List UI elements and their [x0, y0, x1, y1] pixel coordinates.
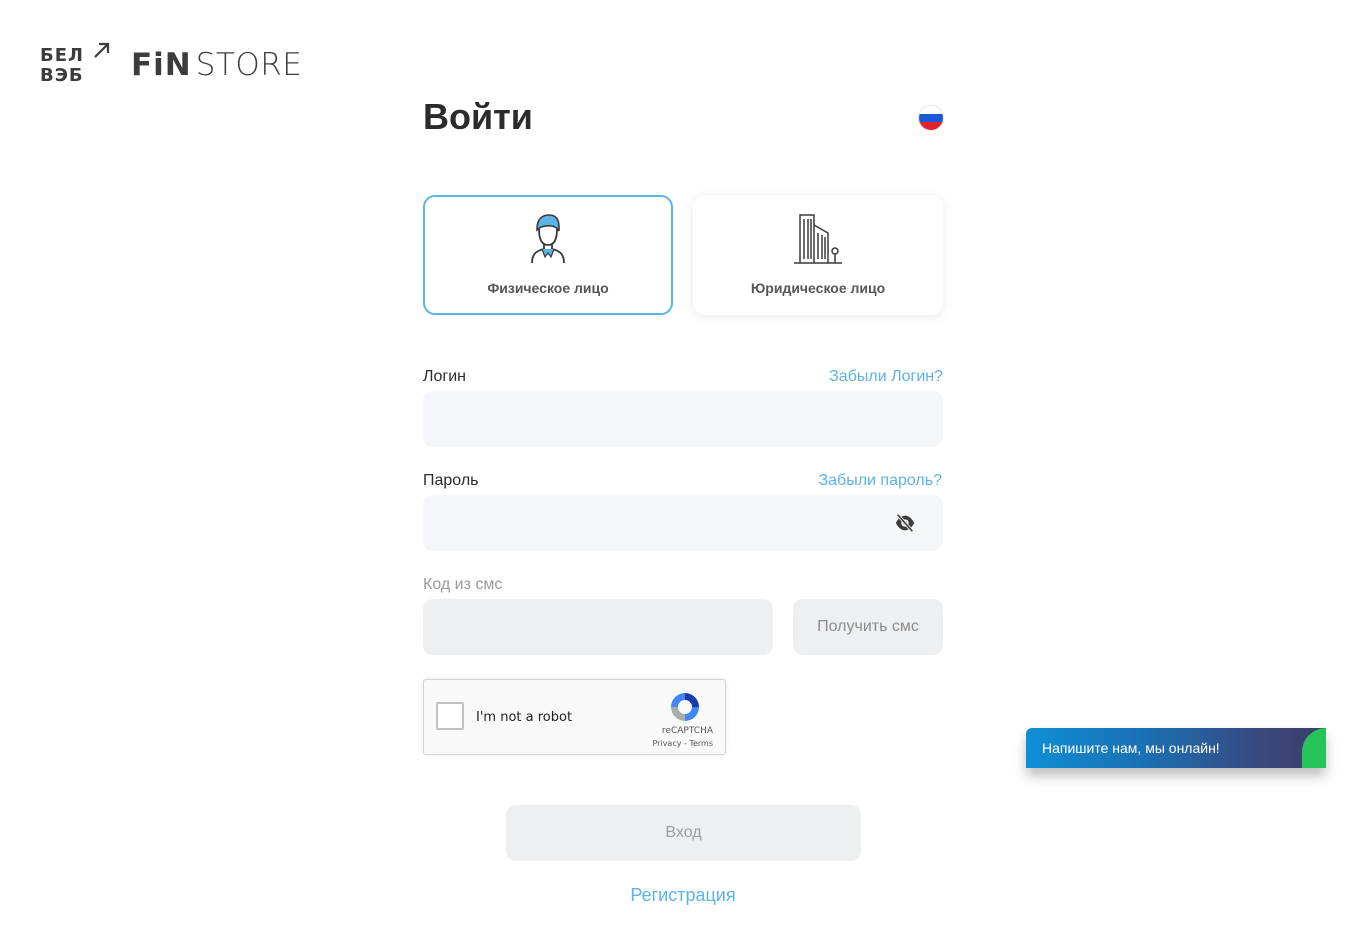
account-type-legal[interactable]: Юридическое лицо: [693, 195, 943, 315]
account-type-label: Физическое лицо: [487, 280, 609, 296]
account-type-label: Юридическое лицо: [750, 280, 886, 296]
recaptcha-checkbox[interactable]: [436, 702, 464, 730]
sms-code-label: Код из смс: [423, 576, 503, 593]
forgot-login-link[interactable]: Забыли Логин?: [829, 368, 943, 386]
chat-leaf-icon: [1302, 728, 1326, 768]
belveb-logo[interactable]: БЕЛ ВЭБ: [40, 40, 112, 86]
finstore-logo-fin: FiN: [131, 47, 192, 83]
register-link[interactable]: Регистрация: [0, 885, 1366, 906]
person-icon: [531, 214, 565, 264]
finstore-logo-store: STORE: [195, 47, 303, 83]
recaptcha-logo-icon: [671, 693, 699, 721]
account-type-individual[interactable]: Физическое лицо: [423, 195, 673, 315]
password-input[interactable]: [423, 495, 943, 551]
arrow-up-right-icon: [94, 42, 110, 58]
chat-widget[interactable]: Напишите нам, мы онлайн!: [1026, 728, 1326, 768]
forgot-password-link[interactable]: Забыли пароль?: [818, 472, 942, 490]
ru-flag-icon[interactable]: [919, 106, 943, 130]
building-icon: [794, 214, 842, 264]
page-title: Войти: [423, 96, 533, 137]
login-label: Логин: [423, 368, 467, 385]
sms-code-input[interactable]: [423, 599, 773, 655]
belveb-logo-line2: ВЭБ: [40, 65, 84, 86]
password-label: Пароль: [423, 472, 479, 489]
belveb-logo-line1: БЕЛ: [40, 45, 84, 66]
login-button[interactable]: Вход: [506, 805, 861, 861]
recaptcha-widget: I'm not a robot reCAPTCHA Privacy - Term…: [423, 679, 726, 755]
chat-widget-text: Напишите нам, мы онлайн!: [1042, 740, 1220, 756]
recaptcha-brand: reCAPTCHA: [661, 726, 713, 736]
recaptcha-label: I'm not a robot: [476, 710, 573, 725]
finstore-logo[interactable]: FiN STORE: [131, 47, 302, 83]
recaptcha-privacy-terms[interactable]: Privacy - Terms: [653, 739, 714, 748]
login-input[interactable]: [423, 391, 943, 447]
get-sms-button[interactable]: Получить смс: [793, 599, 943, 655]
eye-off-icon[interactable]: [894, 512, 916, 534]
